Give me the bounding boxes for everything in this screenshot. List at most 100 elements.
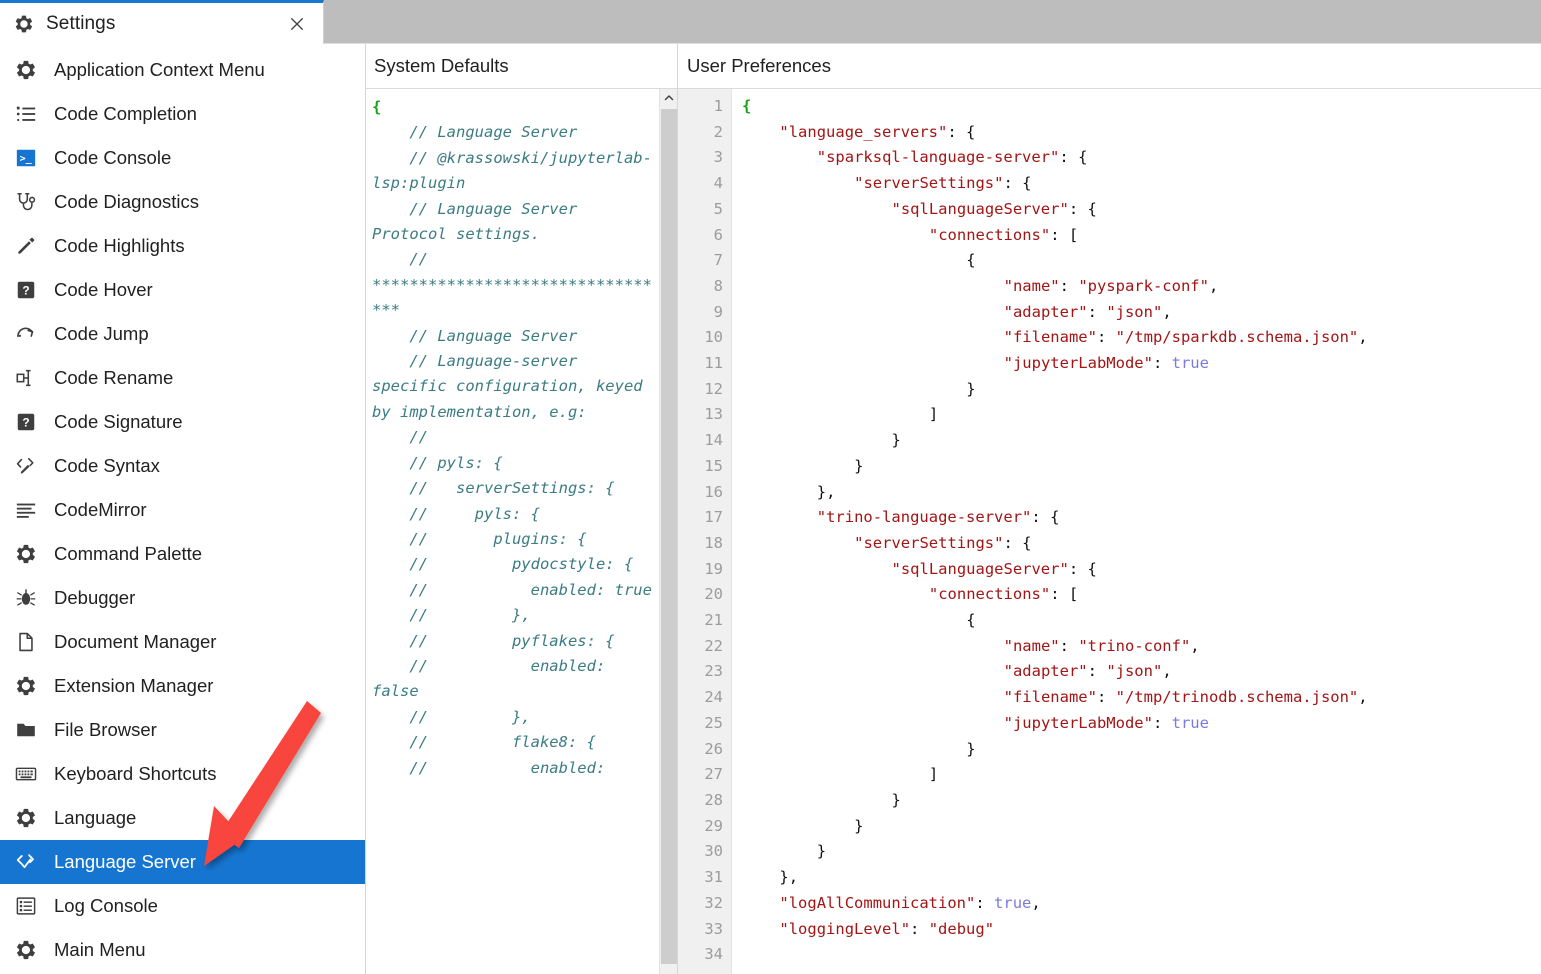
sidebar-item-label: Language Server [54,850,196,872]
gear-icon [14,674,38,698]
main-region: Application Context Menu Code Completion >… [0,44,1541,974]
sidebar-item-extension-manager[interactable]: Extension Manager [0,664,365,708]
json-line[interactable]: } [742,428,1541,454]
user-preferences-title: User Preferences [678,44,1541,89]
json-line[interactable]: "filename": "/tmp/trinodb.schema.json", [742,685,1541,711]
sidebar-item-log-console[interactable]: Log Console [0,884,365,928]
json-line[interactable]: "trino-language-server": { [742,505,1541,531]
sidebar-item-code-diagnostics[interactable]: Code Diagnostics [0,180,365,224]
json-line[interactable]: "logAllCommunication": true, [742,891,1541,917]
json-line[interactable]: } [742,788,1541,814]
json-line[interactable]: "filename": "/tmp/sparkdb.schema.json", [742,325,1541,351]
file-icon [14,630,38,654]
json-line[interactable]: } [742,814,1541,840]
close-icon[interactable] [285,12,309,36]
scrollbar-thumb[interactable] [661,109,677,964]
json-line[interactable]: }, [742,480,1541,506]
json-line[interactable]: } [742,839,1541,865]
sidebar-item-label: Code Hover [54,278,153,300]
json-line[interactable]: "connections": [ [742,582,1541,608]
sidebar-item-file-browser[interactable]: File Browser [0,708,365,752]
stethoscope-icon [14,190,38,214]
sidebar-item-language-server[interactable]: Language Server [0,840,365,884]
defaults-line: // Language Server [372,123,578,142]
sidebar-item-debugger[interactable]: Debugger [0,576,365,620]
defaults-line: // Language Server [372,326,578,345]
json-line[interactable]: } [742,737,1541,763]
system-defaults-scrollbar[interactable] [659,89,677,974]
json-line[interactable]: { [742,248,1541,274]
json-code-content[interactable]: { "language_servers": { "sparksql-langua… [732,89,1541,974]
svg-text:?: ? [22,416,29,430]
json-line[interactable]: "loggingLevel": "debug" [742,917,1541,943]
json-line[interactable]: "jupyterLabMode": true [742,711,1541,737]
json-line[interactable]: "jupyterLabMode": true [742,351,1541,377]
line-number-gutter: 1 2 3 4 5 6 7 8 9 10 11 12 13 14 15 16 17 18 19 20 21 22 23 24 2… [678,89,732,974]
json-line[interactable]: "language_servers": { [742,120,1541,146]
rename-icon [14,366,38,390]
json-line[interactable]: } [742,377,1541,403]
bug-icon [14,586,38,610]
json-line[interactable] [742,942,1541,968]
sidebar-item-language[interactable]: Language [0,796,365,840]
line-number: 22 [704,636,723,655]
line-number: 18 [704,533,723,552]
json-line[interactable]: "sparksql-language-server": { [742,145,1541,171]
sidebar-item-code-signature[interactable]: ? Code Signature [0,400,365,444]
json-line[interactable]: "connections": [ [742,223,1541,249]
line-number: 13 [704,405,723,424]
keyboard-icon [14,762,38,786]
folder-icon [14,718,38,742]
sidebar-item-code-highlights[interactable]: Code Highlights [0,224,365,268]
defaults-line: // flake8: { [372,733,596,752]
defaults-line: // pyls: { [372,453,503,472]
line-number: 24 [704,688,723,707]
line-number: 26 [704,739,723,758]
sidebar-item-command-palette[interactable]: Command Palette [0,532,365,576]
json-line[interactable]: "name": "pyspark-conf", [742,274,1541,300]
json-line[interactable]: "serverSettings": { [742,171,1541,197]
defaults-line: // pyls: { [372,504,540,523]
sidebar-item-code-hover[interactable]: ? Code Hover [0,268,365,312]
line-number: 32 [704,893,723,912]
code-check-icon [14,850,38,874]
sidebar-item-code-completion[interactable]: Code Completion [0,92,365,136]
json-line[interactable]: "sqlLanguageServer": { [742,557,1541,583]
json-line[interactable]: } [742,454,1541,480]
sidebar-item-main-menu[interactable]: Main Menu [0,928,365,972]
json-line[interactable]: }, [742,865,1541,891]
sidebar-item-application-context-menu[interactable]: Application Context Menu [0,48,365,92]
sidebar-item-label: Code Diagnostics [54,190,199,212]
line-number: 34 [704,945,723,964]
line-number: 28 [704,790,723,809]
svg-text:?: ? [22,284,29,298]
json-line[interactable]: ] [742,402,1541,428]
line-number: 4 [713,174,723,193]
sidebar-item-code-jump[interactable]: Code Jump [0,312,365,356]
json-line[interactable]: "name": "trino-conf", [742,634,1541,660]
json-line[interactable]: { [742,94,1541,120]
sidebar-item-label: Extension Manager [54,674,214,696]
json-line[interactable]: "sqlLanguageServer": { [742,197,1541,223]
json-line[interactable]: { [742,608,1541,634]
sidebar-item-keyboard-shortcuts[interactable]: Keyboard Shortcuts [0,752,365,796]
sidebar-item-code-rename[interactable]: Code Rename [0,356,365,400]
json-line[interactable]: "adapter": "json", [742,659,1541,685]
sidebar-item-label: Language [54,806,137,828]
json-line[interactable]: "adapter": "json", [742,300,1541,326]
tab-settings[interactable]: Settings [0,0,324,44]
sidebar-item-document-manager[interactable]: Document Manager [0,620,365,664]
sidebar-item-code-syntax[interactable]: Code Syntax [0,444,365,488]
json-line[interactable]: ] [742,762,1541,788]
settings-plugin-list[interactable]: Application Context Menu Code Completion >… [0,44,366,974]
sidebar-item-label: File Browser [54,718,157,740]
sidebar-item-label: Code Syntax [54,454,160,476]
sidebar-item-codemirror[interactable]: CodeMirror [0,488,365,532]
system-defaults-title: System Defaults [366,44,677,89]
sidebar-item-code-console[interactable]: >_ Code Console [0,136,365,180]
json-line[interactable]: "serverSettings": { [742,531,1541,557]
chevron-up-icon[interactable] [660,89,677,107]
json-editor[interactable]: 1 2 3 4 5 6 7 8 9 10 11 12 13 14 15 16 17 18 19 20 21 22 23 24 2… [678,89,1541,974]
line-number: 25 [704,713,723,732]
defaults-line: // enabled: [372,758,606,777]
